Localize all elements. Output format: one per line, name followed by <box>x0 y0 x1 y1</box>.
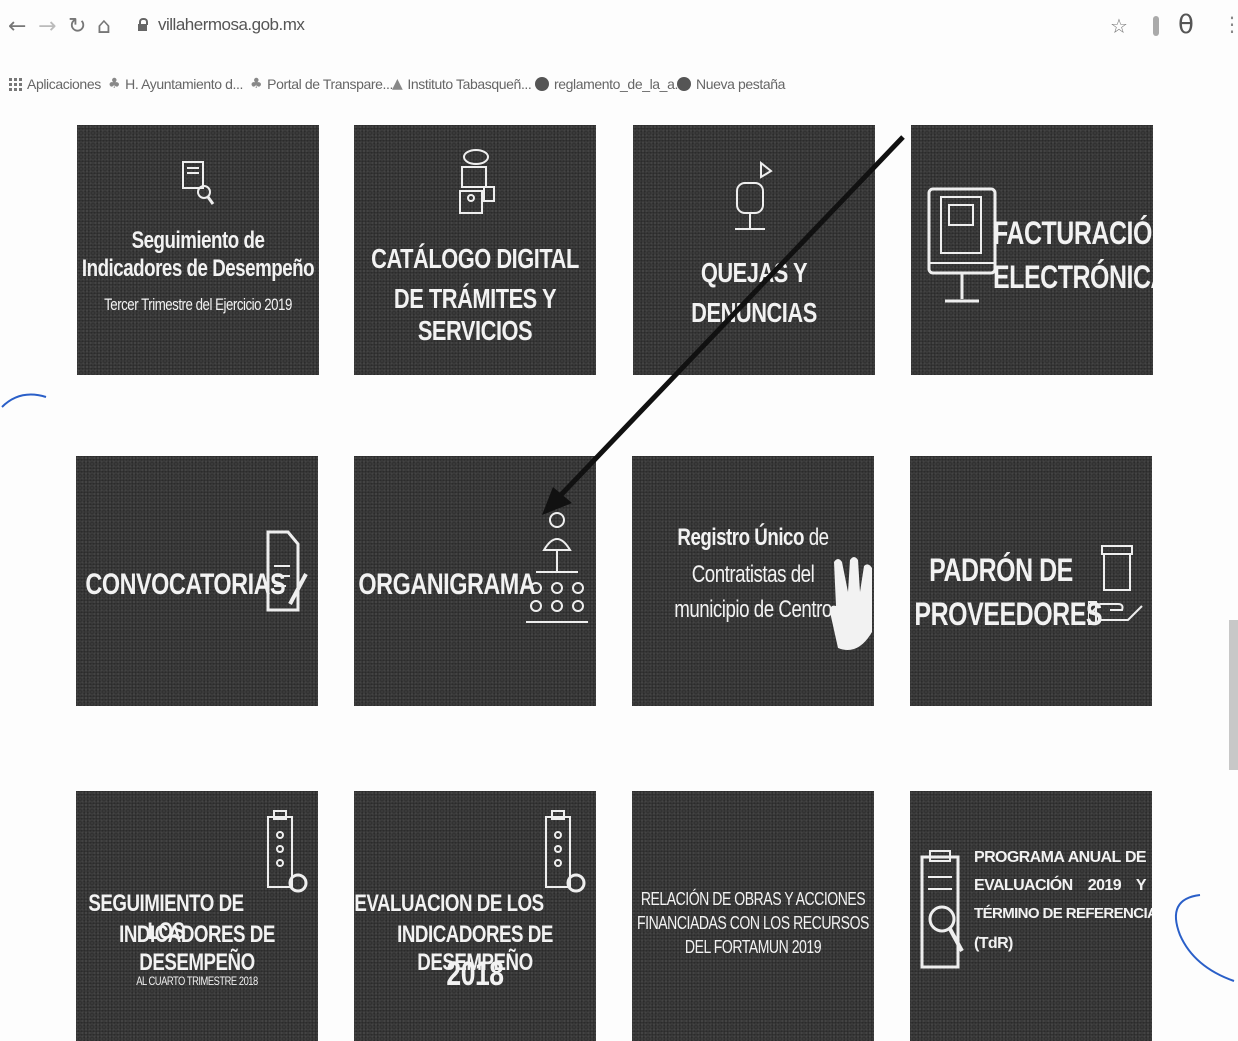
tile-seguimiento-indicadores-2018[interactable]: SEGUIMIENTO DE LOS INDICADORES DE DESEMP… <box>76 791 318 1041</box>
tile-title-line: PROVEEDORES <box>914 596 1103 632</box>
tile-title-line: RELACIÓN DE OBRAS Y ACCIONES <box>640 889 866 909</box>
tile-title-rest: de <box>803 524 829 551</box>
extension-icon[interactable] <box>1153 16 1159 36</box>
browser-menu-icon[interactable]: ⋮ <box>1222 12 1238 36</box>
tile-title-line: DENUNCIAS <box>691 297 817 328</box>
tile-title-line: (TdR) <box>974 935 1013 952</box>
bookmark-star-icon[interactable]: ☆ <box>1110 14 1128 38</box>
tile-title-line: TÉRMINO DE REFERENCIA <box>974 905 1152 922</box>
lock-icon <box>138 18 148 31</box>
tile-convocatorias[interactable]: CONVOCATORIAS <box>76 456 318 706</box>
tile-title-line: EVALUACION DE LOS <box>354 890 544 917</box>
bookmark-label: Portal de Transpare... <box>267 76 393 92</box>
scrollbar-thumb[interactable] <box>1229 620 1238 770</box>
tile-title-line: PADRÓN DE <box>929 552 1073 588</box>
hand-pointer-icon <box>830 557 872 650</box>
forward-arrow-icon[interactable]: → <box>38 14 56 39</box>
tile-title-line: Indicadores de Desempeño <box>81 255 315 282</box>
pen-mark-left <box>1 393 47 408</box>
document-pencil-icon <box>266 530 308 612</box>
apps-icon <box>9 77 22 91</box>
org-chart-icon <box>526 512 588 623</box>
back-arrow-icon[interactable]: ← <box>8 14 26 39</box>
tile-subtitle: Tercer Trimestre del Ejercicio 2019 <box>104 295 292 314</box>
flame-icon: ▲ <box>392 76 403 92</box>
clipboard-magnifier-icon <box>920 850 964 969</box>
tile-title-line: INDICADORES DE DESEMPEÑO <box>119 921 275 976</box>
globe-icon <box>677 77 691 91</box>
tile-title-line: EVALUACIÓN 2019 Y <box>974 877 1147 894</box>
tile-title-line: CATÁLOGO DIGITAL <box>371 243 579 274</box>
checklist-gear-icon <box>267 810 308 893</box>
tile-title-line: FINANCIADAS CON LOS RECURSOS <box>637 913 869 933</box>
tile-title-line: Seguimiento de <box>131 227 265 254</box>
bookmark-portal-transparencia[interactable]: ♣ Portal de Transpare... <box>250 76 393 92</box>
bookmark-label: Instituto Tabasqueñ... <box>407 76 532 92</box>
reload-icon[interactable]: ↻ <box>68 14 86 39</box>
tile-organigrama[interactable]: ORGANIGRAMA <box>354 456 596 706</box>
tile-seguimiento-indicadores-2019[interactable]: Seguimiento de Indicadores de Desempeño … <box>77 125 319 375</box>
tile-title-line: DEL FORTAMUN 2019 <box>684 937 822 957</box>
tile-title-line: QUEJAS Y <box>700 257 808 288</box>
tile-title-bold: Registro Único <box>677 524 804 551</box>
bookmarks-bar: Aplicaciones ♣ H. Ayuntamiento d... ♣ Po… <box>0 76 1238 102</box>
palm-icon: ♣ <box>108 76 121 92</box>
tile-title-line: 2018 <box>446 955 504 993</box>
tile-registro-contratistas[interactable]: Registro Único de Contratistas del munic… <box>632 456 874 706</box>
globe-icon <box>535 77 549 91</box>
tile-facturacion-electronica[interactable]: FACTURACIÓN ELECTRÓNICA <box>911 125 1153 375</box>
tile-evaluacion-indicadores-2018[interactable]: EVALUACION DE LOS INDICADORES DE DESEMPE… <box>354 791 596 1041</box>
browser-toolbar: ← → ↻ ⌂ villahermosa.gob.mx ☆ θ ⋮ <box>0 0 1238 60</box>
mailbox-icon <box>735 161 773 230</box>
tile-catalogo-digital[interactable]: CATÁLOGO DIGITAL DE TRÁMITES Y SERVICIOS <box>354 125 596 375</box>
tile-programa-anual-evaluacion[interactable]: PROGRAMA ANUAL DE EVALUACIÓN 2019 Y TÉRM… <box>910 791 1152 1041</box>
tile-quejas-denuncias[interactable]: QUEJAS Y DENUNCIAS <box>633 125 875 375</box>
bookmark-label: Aplicaciones <box>27 76 101 92</box>
hand-box-icon <box>1088 545 1143 625</box>
tile-subtitle: AL CUARTO TRIMESTRE 2018 <box>136 974 258 988</box>
profile-avatar-icon[interactable]: θ <box>1178 10 1194 40</box>
home-icon[interactable]: ⌂ <box>97 14 111 39</box>
bookmark-label: reglamento_de_la_a... <box>554 76 685 92</box>
tile-title-line: ELECTRÓNICA <box>993 259 1153 295</box>
tile-title-line: PROGRAMA ANUAL DE <box>974 849 1147 866</box>
tile-padron-proveedores[interactable]: PADRÓN DE PROVEEDORES <box>910 456 1152 706</box>
bookmark-label: H. Ayuntamiento d... <box>125 76 243 92</box>
palm-icon: ♣ <box>250 76 263 92</box>
address-bar-url[interactable]: villahermosa.gob.mx <box>158 15 305 35</box>
bookmark-instituto[interactable]: ▲ Instituto Tabasqueñ... <box>392 76 532 92</box>
documents-icon <box>459 149 495 214</box>
tile-title-line: DE TRÁMITES Y SERVICIOS <box>393 283 557 347</box>
bookmark-aplicaciones[interactable]: Aplicaciones <box>9 76 101 92</box>
monitor-invoice-icon <box>927 187 997 303</box>
bookmark-ayuntamiento[interactable]: ♣ H. Ayuntamiento d... <box>108 76 243 92</box>
pen-mark-right <box>1175 894 1235 982</box>
report-search-icon <box>182 161 215 205</box>
bookmark-label: Nueva pestaña <box>696 76 785 92</box>
tile-title-line: FACTURACIÓN <box>993 215 1153 251</box>
bookmark-reglamento[interactable]: reglamento_de_la_a... <box>535 76 685 92</box>
tile-title: ORGANIGRAMA <box>358 568 536 601</box>
checklist-gear-icon <box>545 810 586 893</box>
tile-relacion-obras-fortamun[interactable]: RELACIÓN DE OBRAS Y ACCIONES FINANCIADAS… <box>632 791 874 1041</box>
tile-title: CONVOCATORIAS <box>85 568 286 601</box>
bookmark-nueva-pestana[interactable]: Nueva pestaña <box>677 76 785 92</box>
tile-title-line: Registro Único de <box>643 524 863 552</box>
